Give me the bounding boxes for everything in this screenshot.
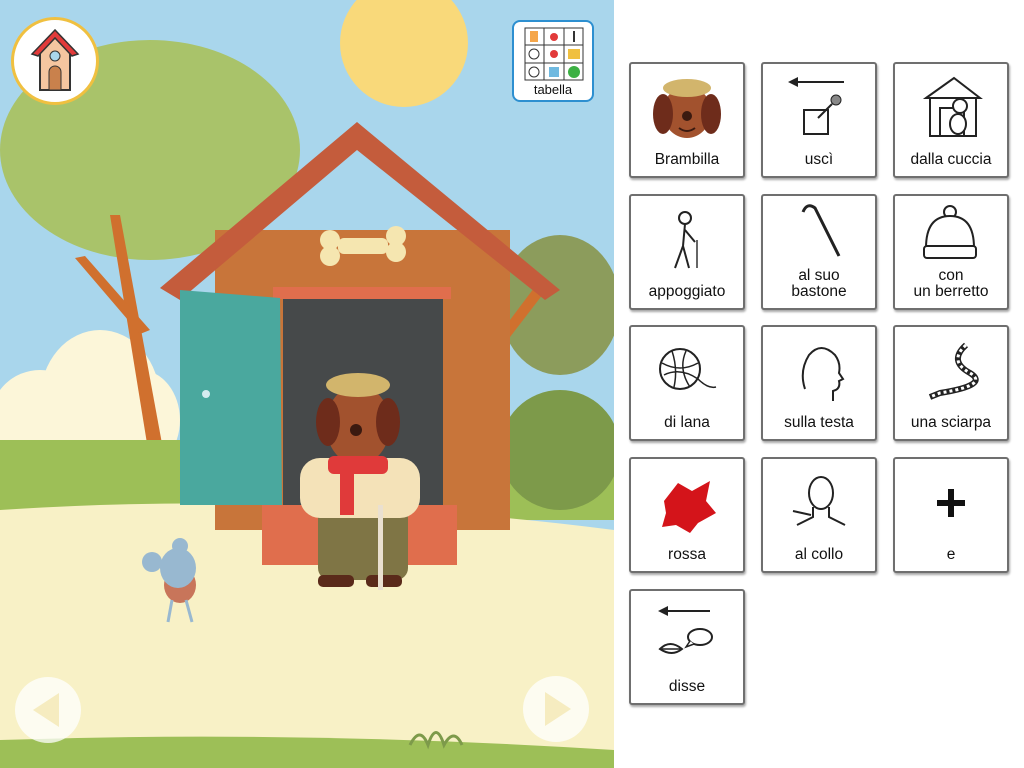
scarf-icon [928, 342, 979, 400]
card-label: di lana [664, 414, 710, 431]
card-label: una sciarpa [910, 414, 992, 431]
cane-icon [801, 204, 841, 257]
dog-face-icon [653, 79, 721, 138]
card-label: rossa [668, 546, 706, 563]
person-with-cane-icon [674, 211, 698, 269]
speak-icon [658, 606, 713, 654]
card-e[interactable]: e [893, 457, 1009, 573]
card-disse[interactable]: disse [629, 589, 745, 705]
card-una-sciarpa[interactable]: una sciarpa [893, 325, 1009, 441]
tabella-label: tabella [533, 82, 573, 97]
card-al-suo-bastone[interactable]: al suo bastone [761, 194, 877, 310]
beanie-hat-icon [923, 205, 977, 259]
arrow-left-icon [33, 693, 59, 727]
card-sulla-testa[interactable]: sulla testa [761, 325, 877, 441]
home-button[interactable] [11, 17, 99, 105]
card-label: appoggiato [648, 283, 726, 300]
open-door [180, 290, 282, 505]
card-label: disse [668, 678, 706, 695]
doghouse-home-icon [30, 28, 80, 91]
yarn-ball-icon [659, 348, 717, 390]
symbol-board: Brambilla uscì dalla cuccia appoggiato a… [614, 0, 1024, 768]
red-color-icon [662, 481, 716, 533]
card-label: uscì [804, 151, 834, 168]
card-label: e [946, 546, 956, 563]
card-label: al suo bastone [791, 267, 847, 300]
plus-icon [937, 489, 965, 517]
arrow-right-icon [545, 692, 571, 726]
tabella-button[interactable]: tabella [512, 20, 594, 102]
card-usci[interactable]: uscì [761, 62, 877, 178]
card-di-lana[interactable]: di lana [629, 325, 745, 441]
card-rossa[interactable]: rossa [629, 457, 745, 573]
neck-icon [792, 476, 846, 526]
card-label: sulla testa [784, 414, 854, 431]
story-scene-art [0, 0, 614, 768]
card-label: Brambilla [654, 151, 720, 168]
next-page-button[interactable] [523, 676, 589, 742]
card-al-collo[interactable]: al collo [761, 457, 877, 573]
symbol-grid-icon [524, 27, 584, 81]
head-profile-icon [801, 347, 845, 401]
card-label: dalla cuccia [910, 151, 992, 168]
card-label: con un berretto [913, 267, 989, 300]
card-appoggiato[interactable]: appoggiato [629, 194, 745, 310]
card-label: al collo [794, 546, 844, 563]
previous-page-button[interactable] [15, 677, 81, 743]
card-dalla-cuccia[interactable]: dalla cuccia [893, 62, 1009, 178]
dog-in-kennel-icon [922, 76, 983, 137]
story-illustration: tabella [0, 0, 614, 768]
card-con-un-berretto[interactable]: con un berretto [893, 194, 1009, 310]
card-brambilla[interactable]: Brambilla [629, 62, 745, 178]
exit-arrow-icon [788, 77, 844, 135]
